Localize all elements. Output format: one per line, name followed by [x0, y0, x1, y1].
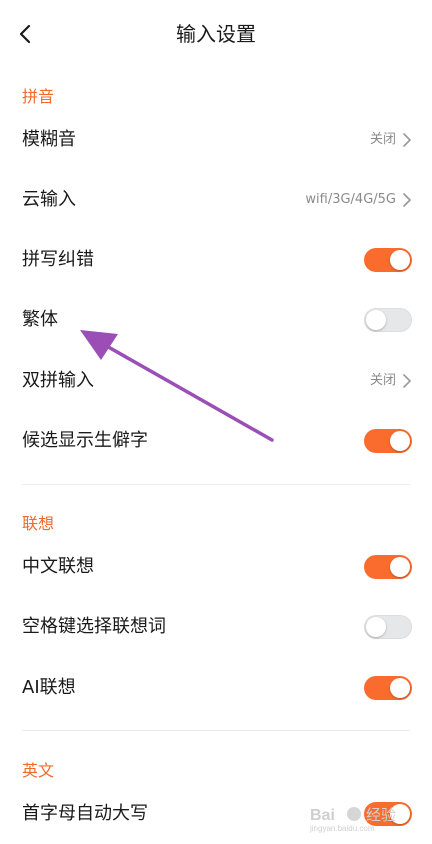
- ai-association-toggle[interactable]: [364, 676, 412, 700]
- rare-chars-toggle[interactable]: [364, 429, 412, 453]
- section-title-pinyin: 拼音: [22, 87, 55, 106]
- setting-label: 中文联想: [22, 556, 94, 577]
- setting-value: wifi/3G/4G/5G: [305, 192, 396, 207]
- setting-value: 关闭: [369, 373, 396, 388]
- setting-label: 云输入: [22, 189, 76, 210]
- toggle-knob: [366, 617, 386, 637]
- toggle-knob: [366, 310, 386, 330]
- setting-row-spell-correction: 拼写纠错: [0, 230, 432, 290]
- space-select-toggle[interactable]: [364, 615, 412, 639]
- section-divider: [22, 730, 410, 731]
- baidu-jingyan-logo: Bai 经验 jingyan.baidu.com: [309, 806, 396, 833]
- spell-correction-toggle[interactable]: [364, 248, 412, 272]
- setting-row-ai-association: AI联想: [0, 658, 432, 718]
- setting-label: 空格键选择联想词: [22, 616, 166, 637]
- setting-label: 模糊音: [22, 129, 76, 150]
- setting-row-fuzzy-pinyin[interactable]: 模糊音 关闭: [0, 110, 432, 170]
- chevron-right-icon: [403, 193, 411, 207]
- setting-value: 关闭: [369, 132, 396, 147]
- watermark: Bai 经验 jingyan.baidu.com: [302, 800, 426, 834]
- setting-row-rare-chars: 候选显示生僻字: [0, 411, 432, 471]
- setting-row-double-pinyin[interactable]: 双拼输入 关闭: [0, 351, 432, 411]
- svg-text:经验: 经验: [366, 806, 396, 824]
- chevron-right-icon: [403, 374, 411, 388]
- section-title-association: 联想: [22, 514, 55, 533]
- setting-label: 繁体: [22, 309, 58, 330]
- chinese-association-toggle[interactable]: [364, 555, 412, 579]
- chevron-right-icon: [403, 133, 411, 147]
- header: 输入设置: [0, 0, 432, 68]
- setting-label: 首字母自动大写: [22, 803, 148, 824]
- setting-label: AI联想: [22, 677, 76, 698]
- toggle-knob: [390, 557, 410, 577]
- section-title-english: 英文: [22, 761, 55, 780]
- svg-text:jingyan.baidu.com: jingyan.baidu.com: [309, 824, 375, 833]
- toggle-knob: [390, 431, 410, 451]
- setting-row-space-select: 空格键选择联想词: [0, 597, 432, 657]
- setting-label: 拼写纠错: [22, 249, 94, 270]
- traditional-toggle[interactable]: [364, 308, 412, 332]
- setting-label: 双拼输入: [22, 370, 94, 391]
- setting-row-traditional: 繁体: [0, 290, 432, 350]
- setting-row-cloud-input[interactable]: 云输入 wifi/3G/4G/5G: [0, 170, 432, 230]
- section-divider: [22, 484, 410, 485]
- page-title: 输入设置: [176, 22, 256, 46]
- setting-row-chinese-association: 中文联想: [0, 537, 432, 597]
- svg-text:Bai: Bai: [310, 807, 335, 824]
- toggle-knob: [390, 678, 410, 698]
- setting-label: 候选显示生僻字: [22, 430, 148, 451]
- toggle-knob: [390, 250, 410, 270]
